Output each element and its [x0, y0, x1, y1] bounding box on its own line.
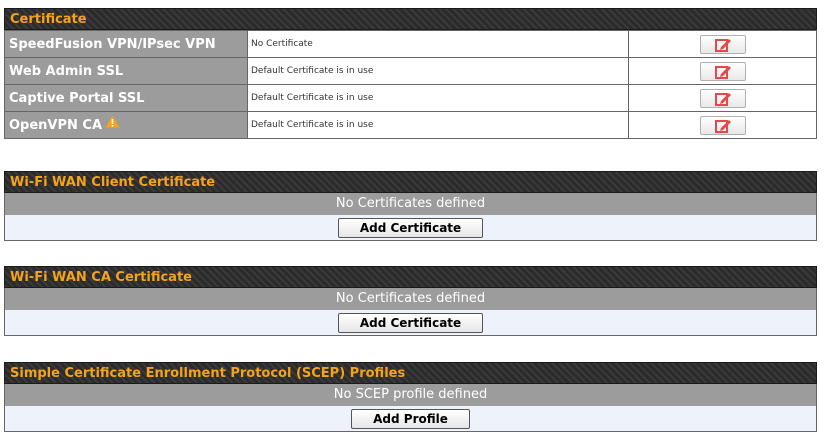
table-row: OpenVPN CA Default Certificate is in use — [4, 111, 817, 139]
scep-section: Simple Certificate Enrollment Protocol (… — [4, 362, 817, 432]
table-row: SpeedFusion VPN/IPsec VPN No Certificate — [4, 30, 817, 58]
edit-icon — [714, 120, 731, 133]
table-row: Captive Portal SSL Default Certificate i… — [4, 84, 817, 112]
row-label: SpeedFusion VPN/IPsec VPN — [4, 30, 248, 58]
wifi-wan-client-empty-message: No Certificates defined — [4, 193, 817, 215]
row-status: No Certificate — [247, 30, 629, 58]
row-label: Web Admin SSL — [4, 57, 248, 85]
add-ca-certificate-button[interactable]: Add Certificate — [338, 313, 483, 333]
row-label: OpenVPN CA — [9, 117, 103, 133]
row-status: Default Certificate is in use — [247, 57, 629, 85]
edit-icon — [714, 39, 731, 52]
edit-icon — [714, 93, 731, 106]
scep-empty-message: No SCEP profile defined — [4, 384, 817, 406]
add-profile-button[interactable]: Add Profile — [351, 409, 470, 429]
wifi-wan-ca-header: Wi-Fi WAN CA Certificate — [4, 266, 817, 288]
add-client-certificate-button[interactable]: Add Certificate — [338, 218, 483, 238]
row-status: Default Certificate is in use — [247, 84, 629, 112]
row-status: Default Certificate is in use — [247, 111, 629, 139]
certificate-section: Certificate SpeedFusion VPN/IPsec VPN No… — [4, 8, 817, 139]
certificate-header: Certificate — [4, 8, 817, 30]
scep-header: Simple Certificate Enrollment Protocol (… — [4, 362, 817, 384]
edit-openvpn-ca-button[interactable] — [699, 116, 746, 135]
edit-icon — [714, 66, 731, 79]
table-row: Web Admin SSL Default Certificate is in … — [4, 57, 817, 85]
wifi-wan-client-header: Wi-Fi WAN Client Certificate — [4, 171, 817, 193]
wifi-wan-client-section: Wi-Fi WAN Client Certificate No Certific… — [4, 171, 817, 241]
edit-speedfusion-button[interactable] — [699, 35, 746, 54]
warning-icon — [105, 115, 120, 132]
row-label: Captive Portal SSL — [4, 84, 248, 112]
wifi-wan-ca-section: Wi-Fi WAN CA Certificate No Certificates… — [4, 266, 817, 336]
certificate-table: SpeedFusion VPN/IPsec VPN No Certificate… — [4, 30, 817, 139]
wifi-wan-ca-empty-message: No Certificates defined — [4, 288, 817, 310]
edit-web-admin-ssl-button[interactable] — [699, 62, 746, 81]
edit-captive-portal-ssl-button[interactable] — [699, 89, 746, 108]
